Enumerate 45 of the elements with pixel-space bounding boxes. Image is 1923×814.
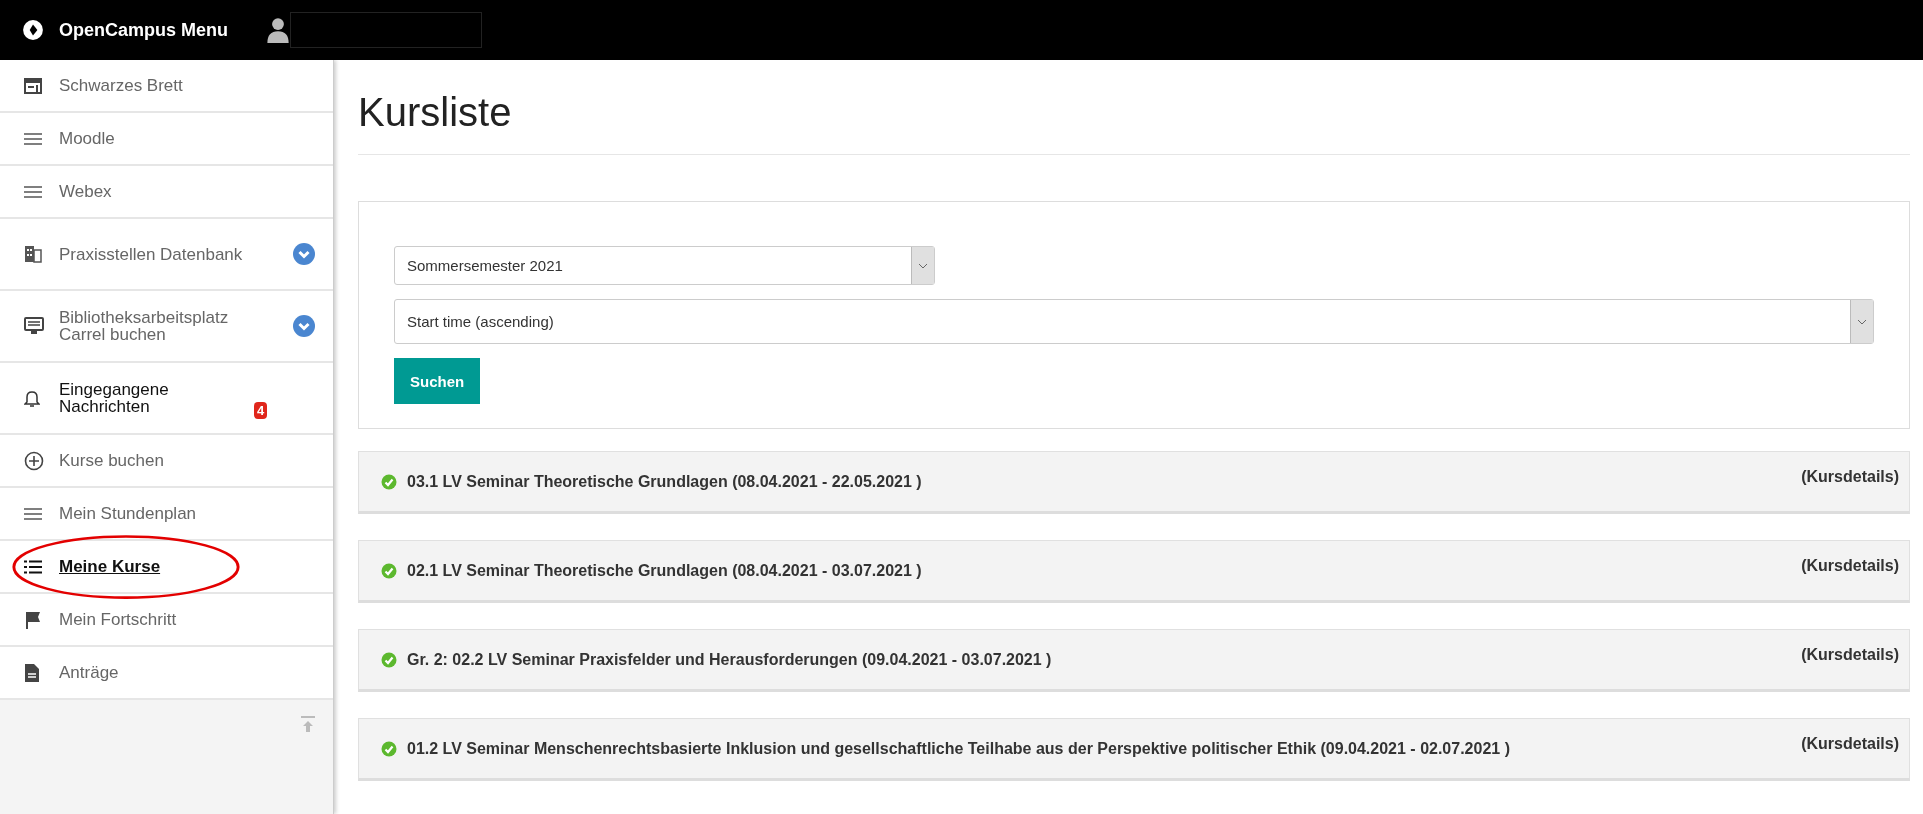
course-details-link[interactable]: (Kursdetails) (1801, 557, 1899, 575)
sidebar-item[interactable]: Webex (0, 166, 333, 219)
sidebar-item[interactable]: Moodle (0, 113, 333, 166)
search-button[interactable]: Suchen (394, 358, 481, 404)
monitor-icon (24, 317, 44, 335)
notification-badge: 4 (254, 402, 268, 419)
sidebar-item[interactable]: Bibliotheksarbeitsplatz Carrel buchen (0, 291, 333, 363)
sidebar-item[interactable]: Mein Stundenplan (0, 488, 333, 541)
document-icon (24, 662, 40, 683)
bell-icon (24, 389, 40, 407)
course-details-link[interactable]: (Kursdetails) (1801, 646, 1899, 664)
sidebar-item[interactable]: Mein Fortschritt (0, 594, 333, 647)
course-details-link[interactable]: (Kursdetails) (1801, 735, 1899, 753)
check-icon (381, 562, 397, 579)
board-icon (24, 77, 42, 94)
menu-icon (24, 132, 42, 145)
sidebar-item[interactable]: Praxisstellen Datenbank (0, 219, 333, 291)
menu-icon (24, 185, 42, 198)
sidebar-item[interactable]: Kurse buchen (0, 435, 333, 488)
flag-icon (24, 610, 42, 629)
page-title: Kursliste (358, 90, 513, 136)
building-icon (24, 245, 42, 263)
course-title: 02.1 LV Seminar Theoretische Grundlagen (08.04.2021 - 03.07.2021 ) (407, 561, 922, 580)
sidebar-item[interactable]: Meine Kurse (0, 541, 333, 594)
course-title: Gr. 2: 02.2 LV Seminar Praxisfelder und Herausforderungen (09.04.2021 - 03.07.2021 ) (407, 650, 1052, 669)
sort-dropdown[interactable]: Start time (ascending) (394, 299, 1874, 344)
add-icon (24, 450, 44, 471)
check-icon (381, 473, 397, 490)
check-icon (381, 651, 397, 668)
menu-icon (24, 507, 42, 520)
semester-dropdown[interactable]: Sommersemester 2021 (394, 246, 935, 285)
check-icon (381, 740, 397, 757)
menu-title[interactable]: OpenCampus Menu (59, 19, 228, 41)
chevron-down-icon[interactable] (293, 315, 315, 337)
user-icon[interactable] (266, 17, 290, 43)
chevron-down-icon (1857, 318, 1867, 325)
course-title: 01.2 LV Seminar Menschenrechtsbasierte Inklusion und gesellschaftliche Teilhabe aus der Perspektive politischer Ethik (09.04.2021 - 02.07.2021 ) (407, 739, 1510, 758)
course-title: 03.1 LV Seminar Theoretische Grundlagen (08.04.2021 - 22.05.2021 ) (407, 472, 922, 491)
sidebar-item[interactable]: Schwarzes Brett (0, 60, 333, 113)
chevron-down-icon[interactable] (293, 243, 315, 265)
logo-icon[interactable] (22, 19, 44, 41)
sidebar-item[interactable]: Eingegangene Nachrichten 4 (0, 363, 333, 435)
list-icon (24, 559, 42, 574)
course-details-link[interactable]: (Kursdetails) (1801, 468, 1899, 486)
chevron-down-icon (918, 262, 928, 269)
